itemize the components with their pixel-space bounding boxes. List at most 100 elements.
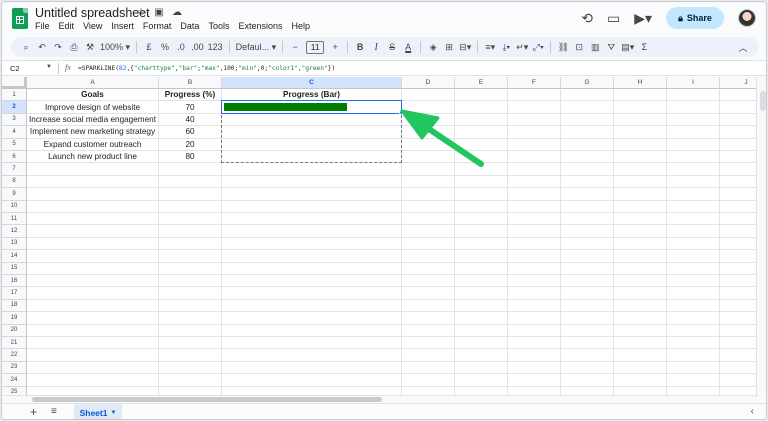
cell-a1[interactable]: Goals [27,89,158,100]
row-header-4[interactable]: 4 [2,126,27,139]
row-header-12[interactable]: 12 [2,225,27,238]
row-header-7[interactable]: 7 [2,163,27,176]
column-header-j[interactable]: J [720,77,756,89]
row-header-2[interactable]: 2 [2,101,27,114]
star-icon[interactable]: ☆ [135,7,147,18]
menu-data[interactable]: Data [180,21,199,31]
borders-icon[interactable]: ⊞ [441,37,457,57]
horizontal-scroll-thumb[interactable] [32,397,382,402]
filter-icon[interactable]: ⛛ [603,37,619,57]
menu-file[interactable]: File [35,21,50,31]
row-header-16[interactable]: 16 [2,275,27,288]
decrease-decimal-button[interactable]: .0 [173,37,189,57]
name-box-dropdown-icon[interactable]: ▼ [46,64,52,70]
font-size-input[interactable]: 11 [306,40,325,54]
comments-icon[interactable]: ▭ [607,10,620,27]
row-header-18[interactable]: 18 [2,299,27,313]
insert-chart-icon[interactable]: ▥ [587,37,603,57]
meet-video-icon[interactable]: ▶▾ [634,10,652,27]
column-header-d[interactable]: D [402,77,455,89]
paint-format-icon[interactable]: ⚒ [82,37,98,57]
row-header-13[interactable]: 13 [2,237,27,251]
collapse-side-panel-icon[interactable]: ‹ [751,406,754,417]
cell-a4[interactable]: Implement new marketing strategy [27,126,158,137]
increase-decimal-button[interactable]: .00 [189,37,206,57]
collapse-toolbar-icon[interactable]: ︿ [735,37,751,57]
column-header-e[interactable]: E [455,77,508,89]
fill-color-icon[interactable]: ◈ [425,37,441,57]
column-header-h[interactable]: H [614,77,667,89]
horizontal-align-icon[interactable]: ≡▾ [482,37,498,57]
row-header-15[interactable]: 15 [2,262,27,275]
cell-b5[interactable]: 20 [159,139,221,150]
text-color-button[interactable]: A [400,37,416,57]
cell-b3[interactable]: 40 [159,114,221,125]
all-sheets-icon[interactable]: ≡ [51,406,57,417]
column-header-f[interactable]: F [508,77,561,89]
row-header-1[interactable]: 1 [2,89,27,102]
sheets-logo-icon[interactable] [12,8,28,29]
cell-b6[interactable]: 80 [159,151,221,162]
row-header-10[interactable]: 10 [2,200,27,213]
row-header-11[interactable]: 11 [2,213,27,226]
formula-input[interactable]: =SPARKLINE(B2,{"charttype","bar";"max",1… [78,65,335,72]
cell-b4[interactable]: 60 [159,126,221,137]
menu-extensions[interactable]: Extensions [238,21,282,31]
column-header-g[interactable]: G [561,77,614,89]
row-header-20[interactable]: 20 [2,324,27,337]
avatar[interactable] [738,9,756,27]
strikethrough-button[interactable]: S [384,37,400,57]
menu-help[interactable]: Help [291,21,310,31]
row-header-3[interactable]: 3 [2,113,27,127]
cell-a3[interactable]: Increase social media engagement [27,114,158,125]
version-history-icon[interactable]: ⟲ [581,10,593,27]
column-header-i[interactable]: I [667,77,720,89]
menu-tools[interactable]: Tools [208,21,229,31]
cell-a5[interactable]: Expand customer outreach [27,139,158,150]
cloud-status-icon[interactable]: ☁ [171,7,183,18]
font-size-increase-button[interactable]: + [327,37,343,57]
row-header-19[interactable]: 19 [2,312,27,325]
insert-comment-icon[interactable]: ⊡ [571,37,587,57]
row-header-8[interactable]: 8 [2,175,27,189]
document-title[interactable]: Untitled spreadsheet [35,6,150,20]
menu-edit[interactable]: Edit [59,21,75,31]
spreadsheet-grid[interactable]: A B C D E F G H I J 1 2 3 4 5 6 7 8 9 10 11 12 13 14 15 16 17 18 19 2… [2,77,756,397]
vertical-scroll-thumb[interactable] [760,91,766,111]
column-header-c[interactable]: C [222,77,402,89]
cell-c1[interactable]: Progress (Bar) [222,89,401,100]
row-header-21[interactable]: 21 [2,337,27,350]
row-header-9[interactable]: 9 [2,188,27,201]
number-format-button[interactable]: 123 [206,37,225,57]
bold-button[interactable]: B [352,37,368,57]
zoom-select[interactable]: 100% ▾ [98,37,132,57]
row-header-6[interactable]: 6 [2,151,27,164]
column-header-b[interactable]: B [159,77,222,89]
add-sheet-icon[interactable]: + [30,405,37,419]
filter-views-icon[interactable]: ▤▾ [619,37,636,57]
menu-format[interactable]: Format [143,21,172,31]
percent-format-button[interactable]: % [157,37,173,57]
row-header-14[interactable]: 14 [2,250,27,263]
menu-insert[interactable]: Insert [111,21,134,31]
vertical-align-icon[interactable]: ⤓▾ [498,37,514,57]
row-header-5[interactable]: 5 [2,138,27,151]
sheet-tab-caret-icon[interactable]: ▼ [110,410,116,416]
move-folder-icon[interactable]: ▣ [153,7,165,18]
column-header-a[interactable]: A [27,77,159,89]
row-header-17[interactable]: 17 [2,287,27,300]
print-icon[interactable]: ⎙ [66,37,82,57]
insert-link-icon[interactable]: ⛓ [555,37,571,57]
text-rotation-icon[interactable]: ⤢▾ [530,37,546,57]
text-wrapping-icon[interactable]: ↵▾ [514,37,530,57]
cell-a2[interactable]: Improve design of website [27,101,158,112]
horizontal-scrollbar[interactable] [2,395,756,403]
sheet-tab[interactable]: Sheet1 ▼ [74,404,122,419]
name-box[interactable]: C2 [10,64,20,73]
functions-button[interactable]: Σ [636,37,652,57]
vertical-scrollbar[interactable] [756,77,766,397]
search-menus-icon[interactable]: ⌕ [18,37,34,57]
menu-view[interactable]: View [83,21,102,31]
currency-format-button[interactable]: £ [141,37,157,57]
row-header-22[interactable]: 22 [2,349,27,362]
